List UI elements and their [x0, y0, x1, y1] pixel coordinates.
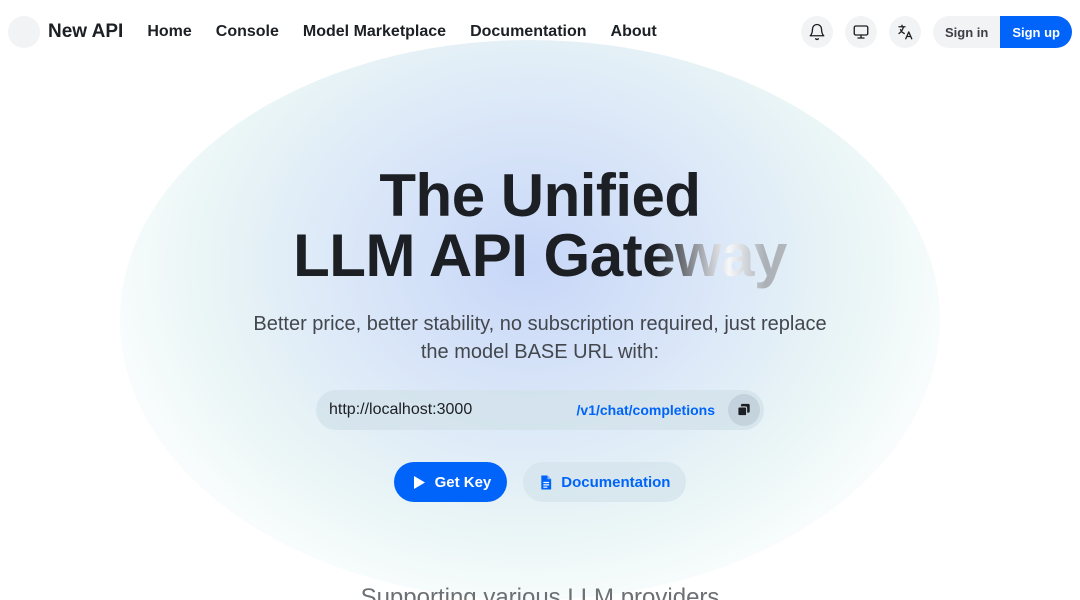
nav-about[interactable]: About: [611, 23, 657, 41]
documentation-label: Documentation: [561, 473, 671, 491]
nav-documentation[interactable]: Documentation: [470, 23, 586, 41]
nav-console[interactable]: Console: [216, 23, 279, 41]
hero-section: The Unified LLM API Gateway Better price…: [0, 166, 1080, 502]
monitor-icon: [853, 25, 869, 39]
language-button[interactable]: [888, 16, 921, 48]
brand-name[interactable]: New API: [48, 21, 123, 43]
copy-url-button[interactable]: [728, 394, 760, 426]
hero-title-line-2-shine: eway: [642, 222, 787, 289]
hero-title-line-1: The Unified: [379, 162, 701, 229]
hero-title-line-2: LLM API Gateway: [293, 226, 787, 286]
theme-toggle-button[interactable]: [844, 16, 877, 48]
copy-icon: [737, 403, 750, 417]
hero-title-line-2-start: LLM API Gat: [293, 222, 643, 289]
translate-icon: [898, 24, 913, 40]
auth-buttons: Sign in Sign up: [932, 16, 1072, 48]
notifications-button[interactable]: [800, 16, 833, 48]
hero-subtitle: Better price, better stability, no subsc…: [253, 313, 827, 363]
hero-actions: Get Key Documentation: [393, 462, 687, 502]
header-actions: Sign in Sign up: [800, 16, 1072, 48]
page: New API Home Console Model Marketplace D…: [0, 0, 1080, 600]
nav-home[interactable]: Home: [147, 23, 191, 41]
document-icon: [541, 474, 552, 490]
sign-in-button[interactable]: Sign in: [932, 16, 1001, 48]
providers-heading: Supporting various LLM providers: [360, 584, 720, 600]
top-nav: New API Home Console Model Marketplace D…: [0, 0, 1080, 64]
base-url-input[interactable]: http://localhost:3000: [329, 401, 577, 419]
main-nav: Home Console Model Marketplace Documenta…: [147, 23, 656, 41]
endpoint-path: /v1/chat/completions: [576, 402, 715, 418]
bell-icon: [809, 23, 825, 41]
get-key-label: Get Key: [434, 473, 492, 491]
get-key-button[interactable]: Get Key: [393, 462, 508, 502]
logo[interactable]: [8, 16, 40, 48]
hero-title: The Unified LLM API Gateway: [293, 166, 787, 286]
documentation-button[interactable]: Documentation: [523, 462, 687, 502]
play-icon: [413, 475, 425, 489]
base-url-box: http://localhost:3000 /v1/chat/completio…: [316, 390, 764, 430]
sign-up-button[interactable]: Sign up: [1000, 16, 1072, 48]
nav-model-marketplace[interactable]: Model Marketplace: [303, 23, 446, 41]
